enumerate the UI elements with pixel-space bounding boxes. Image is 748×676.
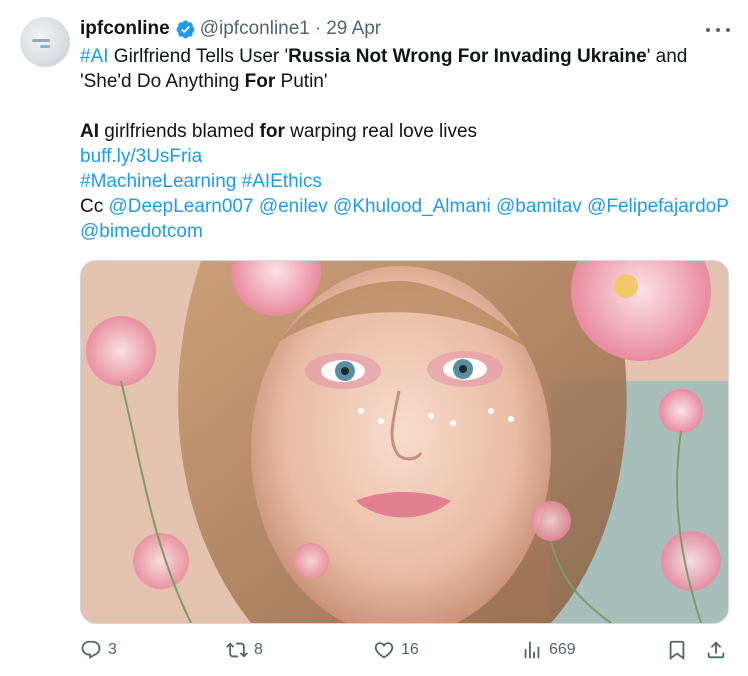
tweet-text-line: @bimedotcom xyxy=(80,219,730,244)
tweet-text-line: #MachineLearning #AIEthics xyxy=(80,169,730,194)
reply-count: 3 xyxy=(108,641,117,658)
text-bold: Russia Not Wrong For Invading Ukraine xyxy=(288,46,647,67)
avatar[interactable] xyxy=(20,17,70,67)
author-name[interactable]: ipfconline xyxy=(80,18,170,40)
tweet-image[interactable] xyxy=(80,260,729,624)
text-bold: AI xyxy=(80,121,99,142)
hashtag-link[interactable]: #AI xyxy=(80,46,109,67)
share-button[interactable] xyxy=(705,636,733,664)
reply-button[interactable]: 3 xyxy=(80,636,117,664)
repost-count: 8 xyxy=(254,641,263,658)
mention-link[interactable]: @bamitav xyxy=(496,196,582,217)
tweet-text-line: 'She'd Do Anything For Putin' xyxy=(80,69,730,94)
tweet-text-line: buff.ly/3UsFria xyxy=(80,144,730,169)
mention-link[interactable]: @DeepLearn007 xyxy=(109,196,254,217)
text-span: girlfriends blamed xyxy=(99,121,260,142)
more-options-icon[interactable] xyxy=(706,20,730,40)
bookmark-icon xyxy=(669,640,685,661)
mention-link[interactable]: @FelipefajardoP xyxy=(587,196,729,217)
tweet-text-line: #AI Girlfriend Tells User 'Russia Not Wr… xyxy=(80,44,730,69)
bookmark-button[interactable] xyxy=(666,636,694,664)
tweet-text-line: Cc @DeepLearn007 @enilev @Khulood_Almani… xyxy=(80,194,730,219)
avatar-mark xyxy=(40,45,50,48)
mention-link[interactable]: @enilev xyxy=(259,196,328,217)
share-icon xyxy=(707,641,725,659)
text-span: Putin' xyxy=(275,71,328,92)
tweet-actions: 3 8 16 669 xyxy=(80,636,730,664)
mention-link[interactable]: @Khulood_Almani xyxy=(333,196,491,217)
reply-icon xyxy=(81,640,101,659)
tweet-date[interactable]: 29 Apr xyxy=(326,18,381,40)
text-span: ' and xyxy=(646,46,688,67)
like-count: 16 xyxy=(401,641,419,658)
text-span: Girlfriend Tells User ' xyxy=(108,46,289,67)
text-span: warping real love lives xyxy=(284,121,478,142)
mention-link[interactable]: @bimedotcom xyxy=(80,221,203,242)
tweet[interactable]: ipfconline @ipfconline1 · 29 Apr #AI Gir… xyxy=(0,0,748,676)
text-span: 'She'd Do Anything xyxy=(80,71,245,92)
dot-icon xyxy=(716,28,720,32)
views-button[interactable]: 669 xyxy=(521,636,576,664)
heart-icon xyxy=(374,642,394,659)
text-bold: For xyxy=(244,71,276,92)
tweet-header: ipfconline @ipfconline1 · 29 Apr xyxy=(80,17,381,41)
avatar-mark xyxy=(32,39,50,42)
hashtag-link[interactable]: #MachineLearning xyxy=(80,171,236,192)
tweet-text-line: AI girlfriends blamed for warping real l… xyxy=(80,119,730,144)
tweet-text: #AI Girlfriend Tells User 'Russia Not Wr… xyxy=(80,44,730,244)
bar-chart-icon xyxy=(524,641,540,659)
separator-dot: · xyxy=(314,18,322,39)
external-link[interactable]: buff.ly/3UsFria xyxy=(80,146,202,167)
like-button[interactable]: 16 xyxy=(373,636,419,664)
repost-button[interactable]: 8 xyxy=(226,636,263,664)
dot-icon xyxy=(706,28,710,32)
views-count: 669 xyxy=(549,641,576,658)
verified-badge-icon[interactable] xyxy=(175,19,196,40)
portrait-illustration xyxy=(81,261,728,623)
hashtag-link[interactable]: #AIEthics xyxy=(242,171,322,192)
author-handle[interactable]: @ipfconline1 xyxy=(200,18,310,40)
dot-icon xyxy=(726,28,730,32)
repost-icon xyxy=(226,642,248,658)
text-bold: for xyxy=(259,121,285,142)
cc-label: Cc xyxy=(80,196,104,217)
